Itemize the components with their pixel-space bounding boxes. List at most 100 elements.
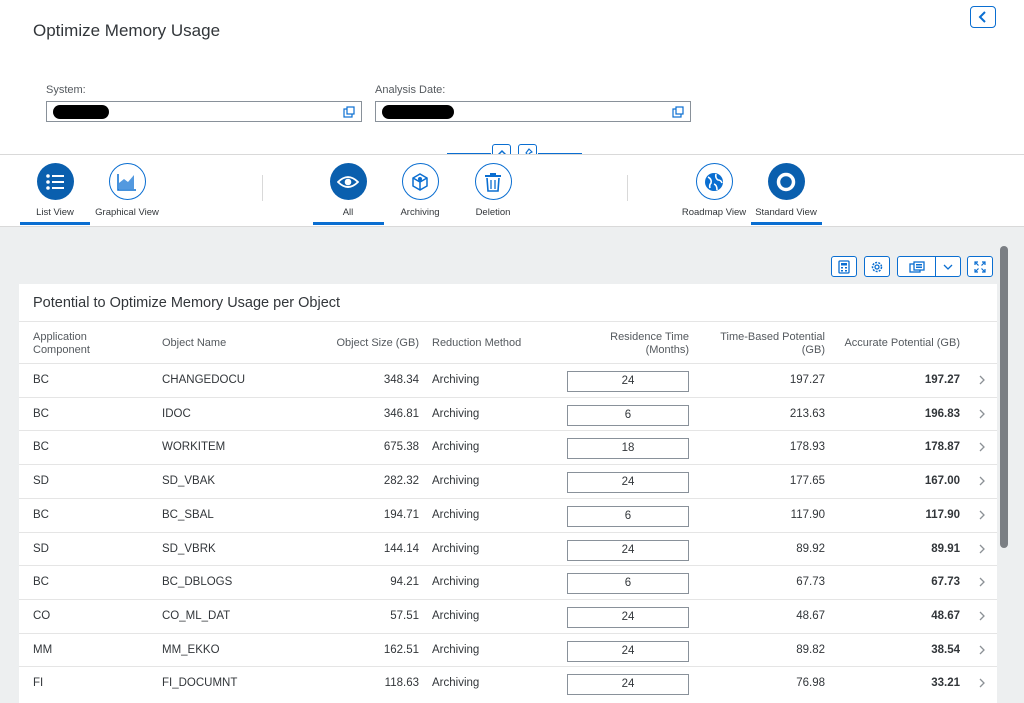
chevron-right-icon[interactable] bbox=[978, 375, 986, 385]
analysis-date-label: Analysis Date: bbox=[375, 84, 446, 96]
table-row[interactable]: FI FI_DOCUMNT 118.63 Archiving 24 76.98 33.21 bbox=[19, 666, 997, 700]
system-filter: System: bbox=[46, 84, 362, 122]
table-title-bar: Potential to Optimize Memory Usage per O… bbox=[19, 284, 997, 322]
system-label: System: bbox=[46, 84, 86, 96]
cell-reduction-method: Archiving bbox=[432, 576, 480, 589]
cell-app-component: BC bbox=[33, 576, 49, 589]
table-row[interactable]: BC CHANGEDOCU 348.34 Archiving 24 197.27 197.2… bbox=[19, 363, 997, 397]
eye-icon bbox=[329, 163, 367, 200]
cell-app-component: MM bbox=[33, 643, 53, 656]
toolbar-separator bbox=[627, 175, 628, 201]
cell-object-name: SD_VBAK bbox=[162, 475, 216, 488]
chevron-right-icon[interactable] bbox=[978, 678, 986, 688]
table-row[interactable]: BC WORKITEM 675.38 Archiving 18 178.93 178.87 bbox=[19, 430, 997, 464]
cell-accurate-potential: 33.21 bbox=[931, 677, 960, 690]
table-row[interactable]: MM MM_EKKO 162.51 Archiving 24 89.82 38.54 bbox=[19, 632, 997, 667]
list-view-button[interactable]: List View bbox=[19, 163, 91, 218]
cell-accurate-potential: 117.90 bbox=[925, 508, 960, 521]
col-header-object-name[interactable]: Object Name bbox=[162, 337, 226, 350]
col-header-reduction-method[interactable]: Reduction Method bbox=[432, 337, 521, 350]
cell-accurate-potential: 38.54 bbox=[931, 643, 960, 656]
calculator-button[interactable] bbox=[831, 256, 857, 277]
cell-app-component: BC bbox=[33, 441, 49, 454]
cell-app-component: FI bbox=[33, 677, 44, 690]
cell-accurate-potential: 89.91 bbox=[931, 542, 960, 555]
circle-icon bbox=[767, 163, 805, 200]
cell-object-size: 194.71 bbox=[383, 508, 419, 521]
cell-accurate-potential: 178.87 bbox=[924, 441, 960, 454]
table-row[interactable]: BC BC_SBAL 194.71 Archiving 6 117.90 117.90 bbox=[19, 497, 997, 532]
residence-time-input[interactable]: 18 bbox=[567, 438, 689, 460]
residence-time-input[interactable]: 24 bbox=[567, 674, 689, 696]
globe-icon bbox=[695, 163, 733, 200]
export-button[interactable] bbox=[898, 257, 936, 276]
chevron-right-icon[interactable] bbox=[978, 476, 986, 486]
export-dropdown-button[interactable] bbox=[936, 257, 960, 276]
toolbar-separator bbox=[262, 175, 263, 201]
cell-reduction-method: Archiving bbox=[432, 475, 480, 488]
graphical-view-button[interactable]: Graphical View bbox=[91, 163, 163, 218]
table-row[interactable]: BC IDOC 346.81 Archiving 6 213.63 196.83 bbox=[19, 396, 997, 431]
chevron-right-icon[interactable] bbox=[978, 409, 986, 419]
col-header-object-size[interactable]: Object Size (GB) bbox=[319, 337, 419, 350]
system-input[interactable] bbox=[46, 101, 362, 122]
chevron-right-icon[interactable] bbox=[978, 442, 986, 452]
residence-time-input[interactable]: 6 bbox=[567, 505, 689, 527]
cell-object-size: 144.14 bbox=[383, 542, 419, 555]
filter-all-label: All bbox=[342, 207, 354, 218]
standard-view-button[interactable]: Standard View bbox=[750, 163, 822, 218]
table-row[interactable]: BC BC_DBLOGS 94.21 Archiving 6 67.73 67.73 bbox=[19, 565, 997, 599]
cell-object-size: 118.63 bbox=[384, 677, 419, 690]
calculator-icon bbox=[838, 259, 850, 274]
redacted-value bbox=[53, 105, 109, 119]
cell-time-based-potential: 213.63 bbox=[789, 407, 825, 420]
fullscreen-button[interactable] bbox=[967, 256, 993, 277]
cell-object-name: FI_DOCUMNT bbox=[162, 677, 238, 690]
filter-archiving-button[interactable]: Archiving bbox=[384, 163, 456, 218]
residence-time-input[interactable]: 24 bbox=[567, 640, 689, 662]
table-row[interactable]: CO CO_ML_DAT 57.51 Archiving 24 48.67 48.67 bbox=[19, 598, 997, 633]
value-help-icon[interactable] bbox=[672, 106, 684, 118]
cell-time-based-potential: 48.67 bbox=[796, 609, 825, 622]
vertical-scrollbar[interactable] bbox=[1000, 246, 1008, 548]
cell-reduction-method: Archiving bbox=[432, 407, 480, 420]
cell-app-component: SD bbox=[33, 542, 49, 555]
list-view-label: List View bbox=[36, 207, 74, 218]
export-button-group[interactable] bbox=[897, 256, 961, 277]
residence-time-input[interactable]: 24 bbox=[567, 472, 689, 494]
chevron-right-icon[interactable] bbox=[978, 544, 986, 554]
col-header-residence-time[interactable]: Residence Time (Months) bbox=[589, 331, 689, 357]
residence-time-input[interactable]: 6 bbox=[567, 404, 689, 426]
residence-time-input[interactable]: 6 bbox=[567, 573, 689, 595]
analysis-date-input[interactable] bbox=[375, 101, 691, 122]
settings-button[interactable] bbox=[864, 256, 890, 277]
table-row[interactable]: SD SD_VBAK 282.32 Archiving 24 177.65 167.00 bbox=[19, 464, 997, 498]
chevron-down-icon bbox=[943, 264, 953, 270]
col-header-app-component[interactable]: Application Component bbox=[33, 331, 123, 357]
col-header-time-based-potential[interactable]: Time-Based Potential (GB) bbox=[709, 331, 825, 357]
chevron-right-icon[interactable] bbox=[978, 611, 986, 621]
table-row[interactable]: SD SD_VBRK 144.14 Archiving 24 89.92 89.91 bbox=[19, 531, 997, 566]
redacted-value bbox=[382, 105, 454, 119]
residence-time-input[interactable]: 24 bbox=[567, 606, 689, 628]
filter-all-button[interactable]: All bbox=[312, 163, 384, 218]
back-button[interactable] bbox=[970, 6, 996, 28]
roadmap-view-label: Roadmap View bbox=[681, 207, 747, 218]
chevron-right-icon[interactable] bbox=[978, 645, 986, 655]
cell-reduction-method: Archiving bbox=[432, 677, 480, 690]
value-help-icon[interactable] bbox=[343, 106, 355, 118]
residence-time-input[interactable]: 24 bbox=[567, 371, 689, 392]
active-tab-indicator bbox=[751, 222, 822, 225]
chevron-right-icon[interactable] bbox=[978, 577, 986, 587]
filter-deletion-button[interactable]: Deletion bbox=[457, 163, 529, 218]
cell-object-name: BC_DBLOGS bbox=[162, 576, 233, 589]
roadmap-view-button[interactable]: Roadmap View bbox=[678, 163, 750, 218]
fullscreen-icon bbox=[974, 260, 986, 273]
cell-app-component: BC bbox=[33, 407, 49, 420]
chevron-right-icon[interactable] bbox=[978, 510, 986, 520]
residence-time-input[interactable]: 24 bbox=[567, 539, 689, 561]
cell-accurate-potential: 67.73 bbox=[931, 576, 960, 589]
view-toolbar: List View Graphical View All Archiving D… bbox=[0, 154, 1024, 227]
col-header-accurate-potential[interactable]: Accurate Potential (GB) bbox=[834, 337, 960, 350]
archive-cube-icon bbox=[401, 163, 439, 200]
